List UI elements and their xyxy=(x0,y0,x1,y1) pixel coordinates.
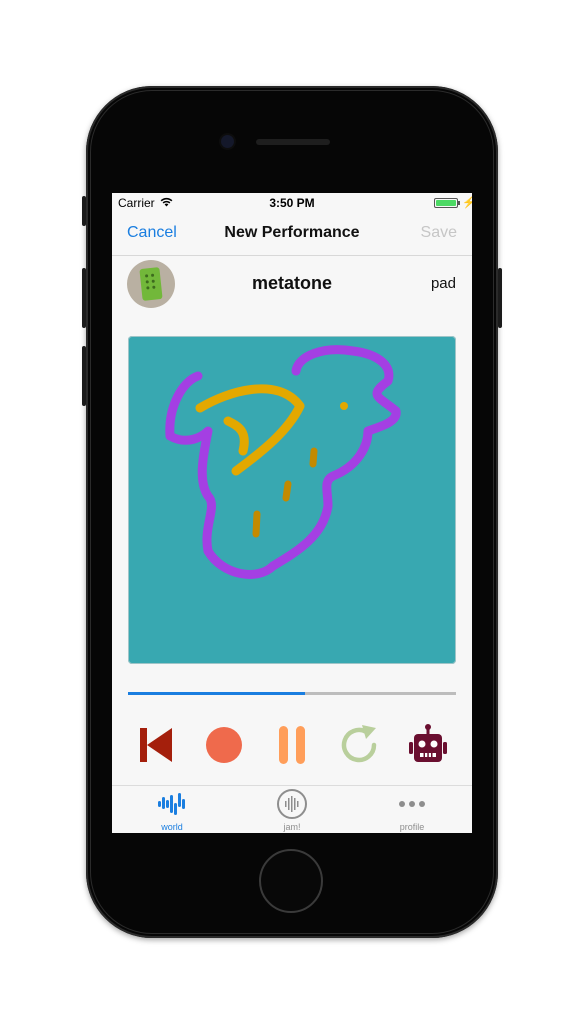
volume-up-button xyxy=(82,268,86,328)
tab-bar: world jam! profile xyxy=(112,785,472,833)
performance-name: metatone xyxy=(251,273,332,293)
battery-level xyxy=(436,200,456,206)
status-time: 3:50 PM xyxy=(269,196,315,210)
page-title: New Performance xyxy=(224,224,360,241)
volume-down-button xyxy=(82,346,86,406)
ellipsis-icon xyxy=(399,801,425,807)
stroke-orange xyxy=(195,384,305,476)
tab-jam[interactable]: jam! xyxy=(232,786,352,833)
touch-pad[interactable] xyxy=(128,336,456,664)
earpiece-speaker xyxy=(256,139,330,145)
performance-type: pad xyxy=(430,275,456,292)
stroke-dot xyxy=(340,402,348,410)
loop-button[interactable] xyxy=(340,723,380,767)
stroke-dash-2 xyxy=(282,480,292,502)
rewind-button[interactable] xyxy=(136,723,176,767)
waveform-world-icon xyxy=(158,793,185,815)
stroke-dash-1 xyxy=(309,447,318,468)
app-screen: Carrier 3:50 PM ⚡ Cancel New Performance… xyxy=(112,193,472,833)
status-bar: Carrier 3:50 PM ⚡ xyxy=(112,193,472,213)
tab-world[interactable]: world xyxy=(112,786,232,833)
tab-profile-label: profile xyxy=(399,822,425,832)
robot-button[interactable] xyxy=(408,723,448,767)
battery-icon xyxy=(434,198,458,208)
battery-cap xyxy=(458,201,460,205)
skip-back-icon xyxy=(140,728,172,762)
microphone-waveform-icon xyxy=(277,789,307,819)
charging-bolt-icon: ⚡ xyxy=(462,197,472,209)
pad-drawing xyxy=(165,345,401,579)
tab-world-label: world xyxy=(161,822,183,832)
home-button[interactable] xyxy=(259,849,323,913)
refresh-icon xyxy=(341,725,377,763)
pause-button[interactable] xyxy=(272,723,312,767)
pause-icon xyxy=(279,726,305,764)
power-button xyxy=(498,268,502,328)
record-button[interactable] xyxy=(204,723,244,767)
robot-icon xyxy=(409,724,447,762)
stroke-dash-3 xyxy=(252,510,261,538)
playback-progress-bar[interactable] xyxy=(128,692,456,695)
tab-profile[interactable]: profile xyxy=(352,786,472,833)
save-button[interactable]: Save xyxy=(421,224,457,242)
playback-progress-fill xyxy=(128,692,306,695)
tab-jam-label: jam! xyxy=(283,822,301,832)
stroke-purple xyxy=(165,345,401,579)
navigation-bar: Cancel New Performance Save xyxy=(112,213,472,256)
silent-switch xyxy=(82,196,86,226)
record-circle-icon xyxy=(206,727,242,763)
front-camera xyxy=(221,135,234,148)
